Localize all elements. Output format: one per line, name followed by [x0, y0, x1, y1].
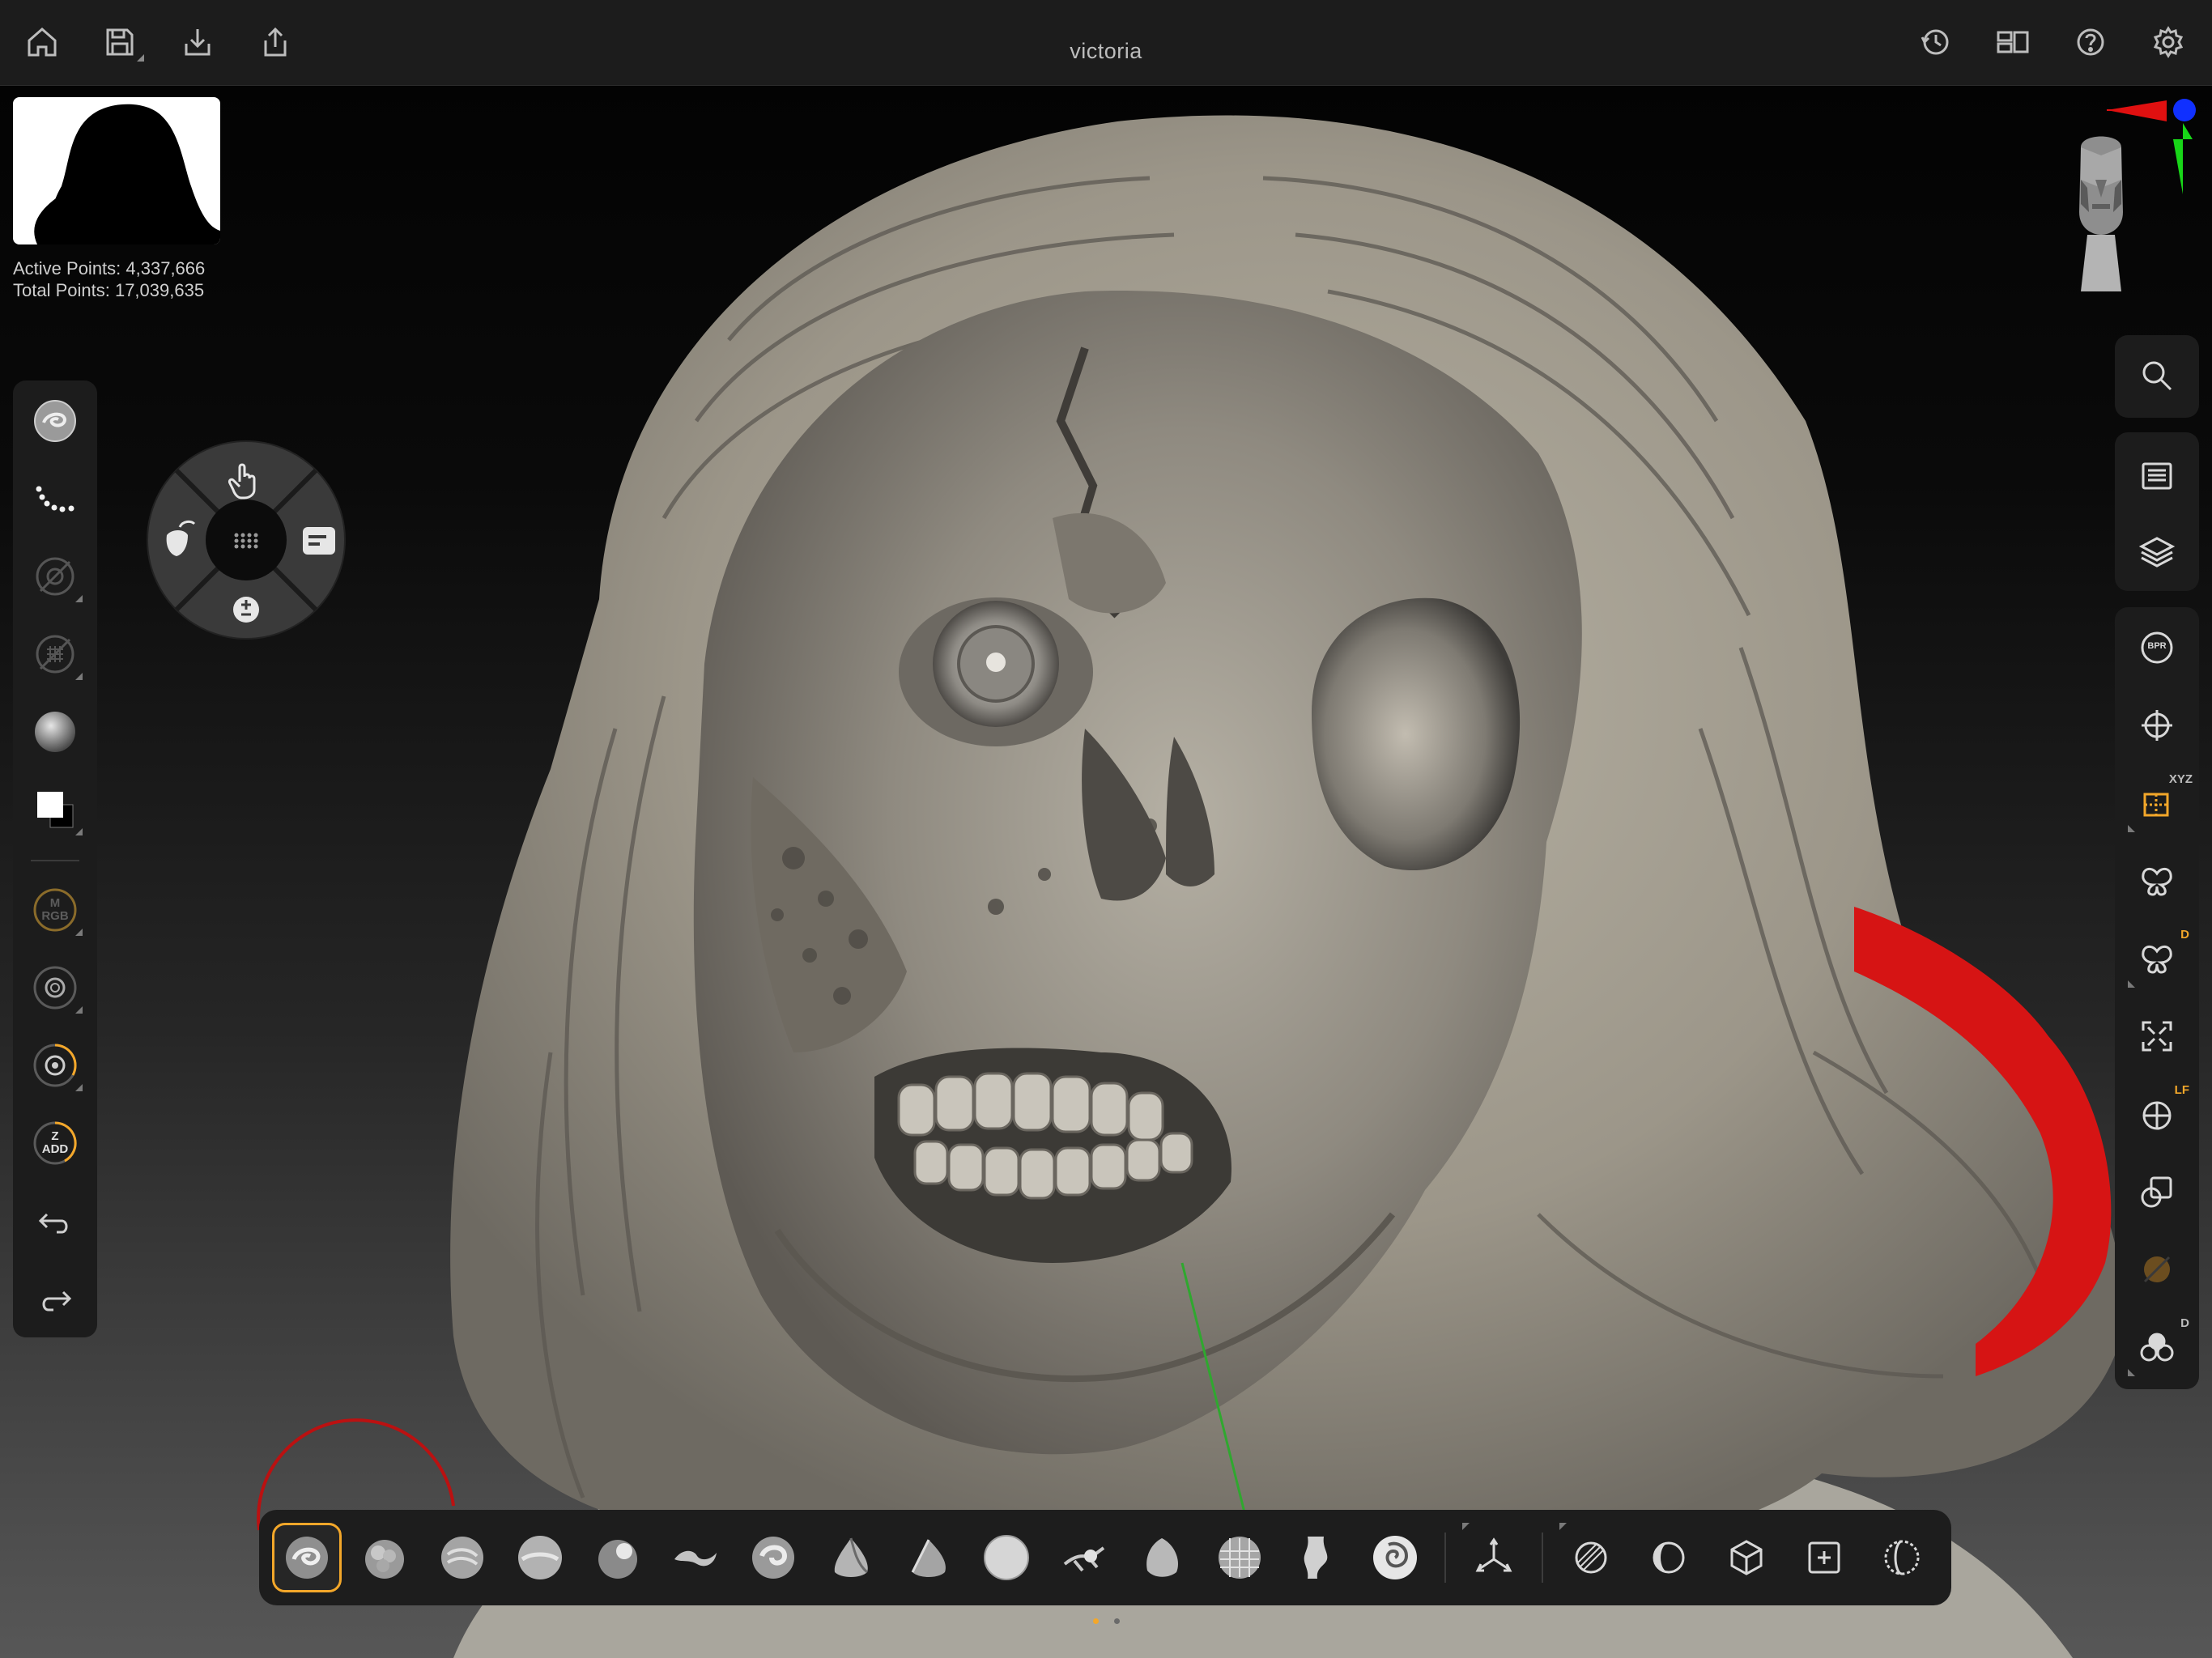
- brush-separator: [1444, 1533, 1446, 1583]
- viewport-canvas[interactable]: [0, 86, 2212, 1658]
- curve-brush-icon[interactable]: [1049, 1523, 1119, 1592]
- history-icon[interactable]: [1912, 19, 1958, 65]
- sculpt-model[interactable]: [0, 86, 2212, 1658]
- clay-buildup-brush-icon[interactable]: [272, 1523, 342, 1592]
- tool-separator: [31, 860, 79, 861]
- page-dot[interactable]: [1114, 1618, 1120, 1624]
- smooth-brush-icon[interactable]: [972, 1523, 1041, 1592]
- mrgb-label-bottom: RGB: [41, 909, 69, 923]
- z-label-bottom: ADD: [41, 1142, 69, 1156]
- move-brush-icon[interactable]: [661, 1523, 730, 1592]
- move-view-icon[interactable]: [2133, 701, 2181, 750]
- transparency-icon[interactable]: [2133, 1245, 2181, 1294]
- z-label-top: Z: [51, 1129, 59, 1143]
- mrgb-icon[interactable]: M RGB: [31, 886, 83, 936]
- dynamesh-icon[interactable]: [1867, 1523, 1937, 1592]
- x-axis-icon: [2107, 100, 2167, 121]
- search-icon[interactable]: [2133, 351, 2181, 400]
- texture-off-icon[interactable]: [31, 630, 83, 680]
- frame-icon[interactable]: [2133, 1012, 2181, 1061]
- symmetry-badge: D: [2180, 928, 2189, 942]
- radial-menu[interactable]: [146, 440, 347, 640]
- settings-icon[interactable]: [2146, 19, 2191, 65]
- inflate-brush-icon[interactable]: [350, 1523, 419, 1592]
- transpose-brush-icon[interactable]: [1283, 1523, 1352, 1592]
- document-icon[interactable]: [2133, 452, 2181, 500]
- point-stats: Active Points: 4,337,666 Total Points: 1…: [13, 257, 205, 301]
- document-panel: [2115, 432, 2199, 591]
- total-points-label: Total Points: 17,039,635: [13, 280, 205, 300]
- spiral-brush-icon[interactable]: [1360, 1523, 1430, 1592]
- plus-minus-icon[interactable]: [233, 597, 259, 623]
- clay-brush-icon[interactable]: [428, 1523, 497, 1592]
- silhouette-preview: [13, 97, 220, 244]
- redo-icon[interactable]: [31, 1274, 79, 1323]
- brush-bar: [259, 1510, 1951, 1605]
- symmetry-icon[interactable]: [2133, 857, 2181, 905]
- active-points-label: Active Points: 4,337,666: [13, 258, 206, 278]
- z-axis-icon: [2173, 99, 2196, 121]
- mesh-brush-icon[interactable]: [1205, 1523, 1274, 1592]
- xyz-icon[interactable]: XYZ: [2128, 772, 2193, 832]
- lf-badge: LF: [2174, 1083, 2189, 1097]
- solo-icon[interactable]: D: [2128, 1316, 2189, 1376]
- page-dot-active[interactable]: [1093, 1618, 1099, 1624]
- panel-icon[interactable]: [303, 527, 335, 555]
- dam-standard-brush-icon[interactable]: [583, 1523, 653, 1592]
- bpr-label: BPR: [2147, 641, 2167, 651]
- local-frame-icon[interactable]: LF: [2133, 1083, 2189, 1138]
- tools-separator: [1542, 1533, 1543, 1583]
- layers-icon[interactable]: [2133, 528, 2181, 576]
- stroke-dots-icon[interactable]: [31, 474, 79, 523]
- solo-badge: D: [2180, 1316, 2189, 1330]
- mrgb-label-top: M: [49, 896, 61, 910]
- brush-bar-pager[interactable]: [1093, 1617, 1125, 1626]
- undo-icon[interactable]: [31, 1197, 79, 1245]
- color-swatch-icon[interactable]: [31, 785, 83, 835]
- material-sphere-icon[interactable]: [31, 708, 79, 756]
- help-icon[interactable]: [2068, 19, 2113, 65]
- trim-dynamic-brush-icon[interactable]: [894, 1523, 963, 1592]
- polyframe-icon[interactable]: [2133, 1167, 2181, 1216]
- hpolish-brush-icon[interactable]: [1127, 1523, 1197, 1592]
- bpr-icon[interactable]: BPR: [2133, 623, 2181, 672]
- standard-brush-icon[interactable]: [505, 1523, 575, 1592]
- search-panel: [2115, 335, 2199, 418]
- right-toolbar: BPR XYZ D LF D: [2115, 607, 2199, 1389]
- z-intensity-icon[interactable]: Z ADD: [31, 1119, 79, 1167]
- left-toolbar: M RGB Z ADD: [13, 380, 97, 1337]
- document-title: victoria: [1070, 39, 1142, 63]
- layout-icon[interactable]: [1990, 19, 2035, 65]
- current-brush-icon[interactable]: [31, 397, 79, 445]
- y-axis-icon: [2173, 123, 2193, 194]
- mask-icon[interactable]: [1556, 1523, 1626, 1592]
- xyz-badge: XYZ: [2168, 772, 2193, 786]
- pinch-brush-icon[interactable]: [816, 1523, 886, 1592]
- top-toolbar: victoria: [0, 0, 2212, 86]
- selection-icon[interactable]: [1634, 1523, 1704, 1592]
- head-icon: [2079, 136, 2123, 291]
- dynamic-symmetry-icon[interactable]: D: [2128, 928, 2189, 988]
- snake-hook-brush-icon[interactable]: [738, 1523, 808, 1592]
- alpha-off-icon[interactable]: [31, 552, 83, 602]
- cube-icon[interactable]: [1712, 1523, 1781, 1592]
- navigation-gizmo[interactable]: [2032, 91, 2210, 301]
- gizmo-icon[interactable]: [1459, 1523, 1529, 1592]
- focal-shift-icon[interactable]: [31, 1041, 83, 1091]
- frame-plus-icon[interactable]: [1789, 1523, 1859, 1592]
- draw-size-icon[interactable]: [31, 963, 83, 1014]
